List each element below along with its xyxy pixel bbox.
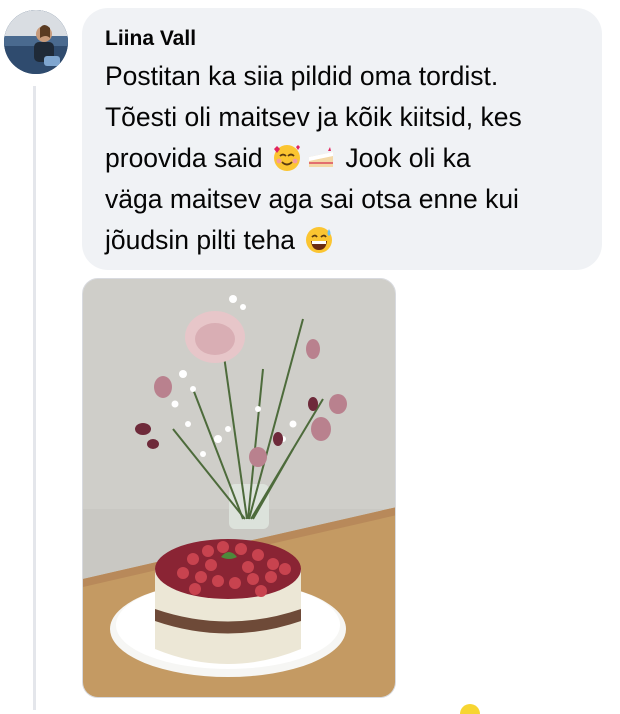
smiling-face-with-hearts-icon [272, 143, 302, 173]
cake-photo[interactable] [82, 278, 396, 698]
comment-text: Postitan ka siia pildid oma tordist. Tõe… [105, 56, 580, 261]
cake-slice-icon [306, 143, 336, 173]
cake-photo-image [83, 279, 395, 697]
comment-bubble: Liina Vall Postitan ka siia pildid oma t… [82, 8, 602, 270]
comment-author[interactable]: Liina Vall [105, 26, 580, 52]
avatar-photo [4, 10, 68, 74]
grinning-sweat-icon [304, 225, 334, 255]
avatar[interactable] [4, 10, 68, 74]
reaction-emoji-peek [460, 704, 480, 714]
reply-thread-line [33, 86, 36, 710]
